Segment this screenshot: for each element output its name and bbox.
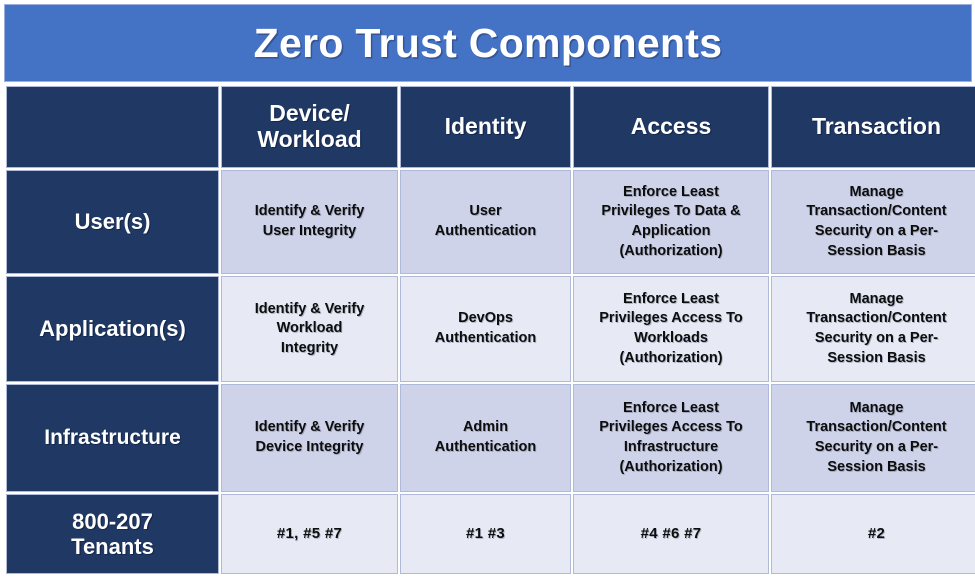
row-header-applications: Application(s) (6, 276, 219, 382)
cell-infrastructure-device-workload: Identify & Verify Device Integrity (221, 384, 398, 492)
column-header-device-workload: Device/ Workload (221, 86, 398, 168)
cell-tenants-transaction: #2 (771, 494, 975, 574)
cell-users-identity: User Authentication (400, 170, 571, 274)
cell-users-transaction: Manage Transaction/Content Security on a… (771, 170, 975, 274)
cell-users-device-workload: Identify & Verify User Integrity (221, 170, 398, 274)
row-header-infrastructure: Infrastructure (6, 384, 219, 492)
zero-trust-components-slide: Zero Trust Components Device/ Workload I… (0, 0, 975, 586)
cell-infrastructure-identity: Admin Authentication (400, 384, 571, 492)
column-header-access: Access (573, 86, 769, 168)
cell-tenants-access: #4 #6 #7 (573, 494, 769, 574)
cell-tenants-device-workload: #1, #5 #7 (221, 494, 398, 574)
cell-applications-identity: DevOps Authentication (400, 276, 571, 382)
table-row-infrastructure: Infrastructure Identify & Verify Device … (6, 384, 975, 492)
table-corner-cell (6, 86, 219, 168)
row-header-users: User(s) (6, 170, 219, 274)
table-header-row: Device/ Workload Identity Access Transac… (6, 86, 975, 168)
table-row-applications: Application(s) Identify & Verify Workloa… (6, 276, 975, 382)
column-header-transaction: Transaction (771, 86, 975, 168)
cell-applications-access: Enforce Least Privileges Access To Workl… (573, 276, 769, 382)
page-title: Zero Trust Components (253, 19, 723, 66)
cell-tenants-identity: #1 #3 (400, 494, 571, 574)
table-row-800-207-tenants: 800-207 Tenants #1, #5 #7 #1 #3 #4 #6 #7… (6, 494, 975, 574)
cell-infrastructure-transaction: Manage Transaction/Content Security on a… (771, 384, 975, 492)
slide-title-bar: Zero Trust Components (4, 4, 972, 82)
column-header-identity: Identity (400, 86, 571, 168)
cell-applications-transaction: Manage Transaction/Content Security on a… (771, 276, 975, 382)
zero-trust-matrix-table: Device/ Workload Identity Access Transac… (4, 84, 975, 576)
cell-applications-device-workload: Identify & Verify Workload Integrity (221, 276, 398, 382)
cell-users-access: Enforce Least Privileges To Data & Appli… (573, 170, 769, 274)
cell-infrastructure-access: Enforce Least Privileges Access To Infra… (573, 384, 769, 492)
table-row-users: User(s) Identify & Verify User Integrity… (6, 170, 975, 274)
row-header-800-207-tenants: 800-207 Tenants (6, 494, 219, 574)
